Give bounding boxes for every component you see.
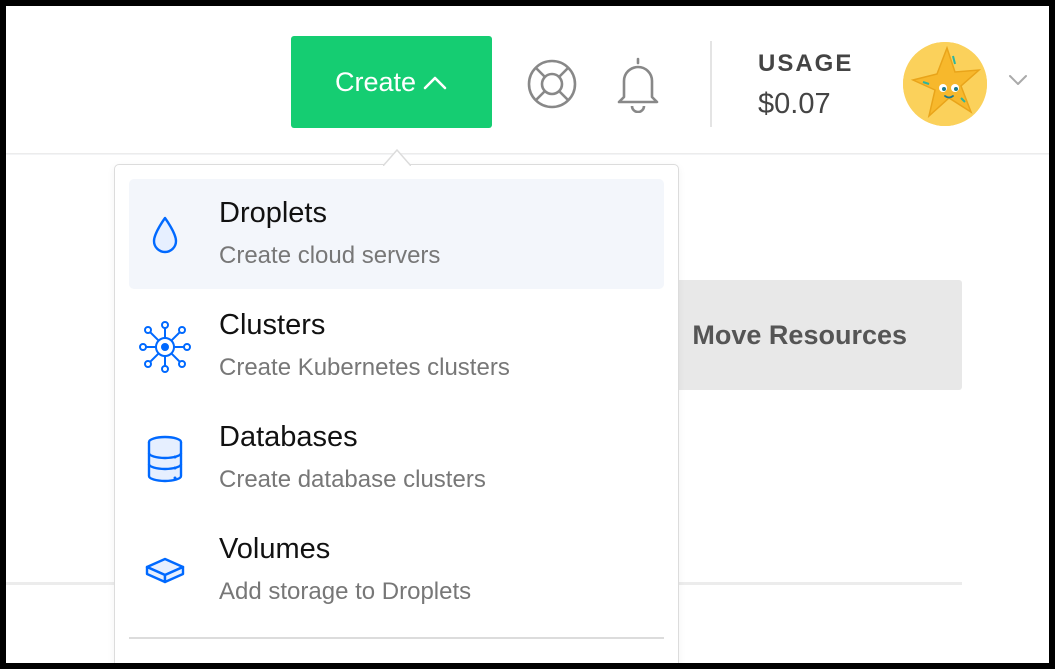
move-resources-label: Move Resources: [692, 319, 907, 350]
create-dropdown-menu: Droplets Create cloud servers Clusters C…: [114, 164, 679, 663]
bell-icon: [617, 57, 659, 113]
menu-item-title: Volumes: [219, 533, 331, 565]
menu-item-clusters[interactable]: Clusters Create Kubernetes clusters: [129, 291, 664, 401]
menu-item-droplets[interactable]: Droplets Create cloud servers: [129, 179, 664, 289]
database-icon: [137, 431, 193, 487]
menu-item-subtitle: Create database clusters: [219, 466, 486, 493]
menu-item-databases[interactable]: Databases Create database clusters: [129, 403, 664, 513]
menu-item-volumes[interactable]: Volumes Add storage to Droplets: [129, 515, 664, 625]
menu-item-title: Databases: [219, 421, 358, 453]
usage-value: $0.07: [758, 88, 831, 120]
menu-separator: [129, 637, 664, 639]
notifications-button[interactable]: [610, 54, 666, 114]
create-button-label: Create: [334, 66, 417, 97]
top-bar: Create USAGE $0.07: [6, 6, 1049, 154]
chevron-down-icon[interactable]: [1007, 72, 1029, 88]
create-button[interactable]: Create: [291, 36, 492, 128]
menu-item-title: Clusters: [219, 309, 326, 341]
avatar[interactable]: [903, 42, 987, 126]
volume-icon: [137, 543, 193, 599]
chevron-up-icon: [423, 76, 447, 90]
menu-item-subtitle: Create Kubernetes clusters: [219, 354, 510, 381]
menu-item-subtitle: Add storage to Droplets: [219, 578, 472, 605]
menu-item-title: Droplets: [219, 197, 327, 229]
kubernetes-icon: [137, 319, 193, 375]
usage-label: USAGE: [758, 50, 854, 77]
droplet-icon: [137, 207, 193, 263]
lifebuoy-icon: [527, 59, 577, 109]
starfish-avatar-icon: [903, 42, 987, 126]
help-button[interactable]: [524, 56, 580, 112]
app-frame: Create USAGE $0.07 Move Resources Drople…: [6, 6, 1049, 663]
dropdown-caret: [383, 148, 411, 166]
header-divider: [710, 41, 712, 127]
menu-item-subtitle: Create cloud servers: [219, 242, 441, 269]
